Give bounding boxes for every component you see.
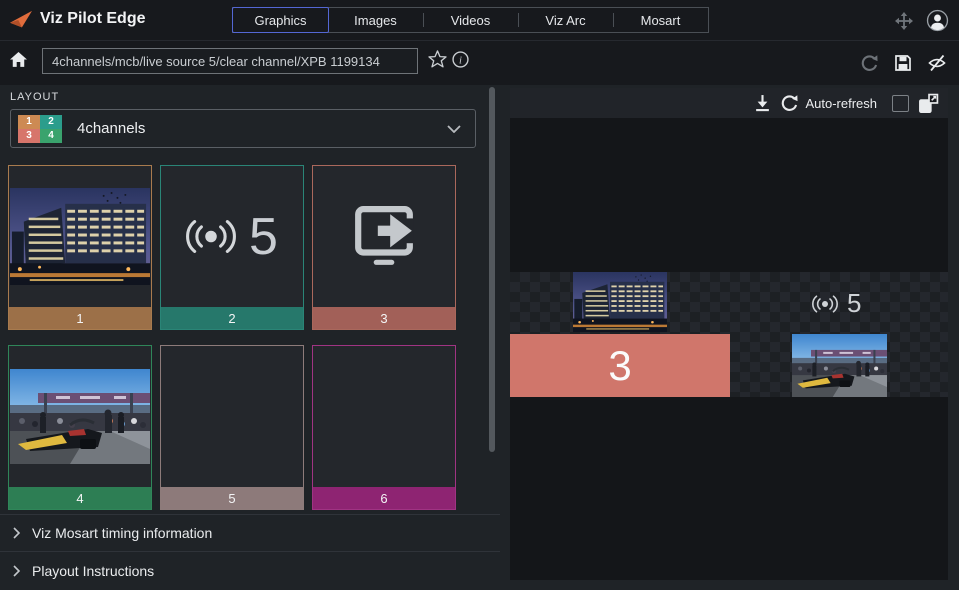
channel-number-badge: 6 — [313, 487, 455, 509]
channel-tiles: 1 5 2 3 4 5 — [8, 165, 456, 510]
channel-number-badge: 2 — [161, 307, 303, 329]
refresh-preview-icon[interactable] — [780, 94, 799, 113]
auto-refresh-label: Auto-refresh — [805, 96, 877, 111]
section-viz-mosart-timing[interactable]: Viz Mosart timing information — [0, 514, 500, 551]
header-bar: Viz Pilot Edge Graphics Images Videos Vi… — [0, 0, 959, 41]
tab-videos[interactable]: Videos — [423, 8, 518, 32]
grid-cell-2: 2 — [40, 115, 62, 129]
left-panel-scrollbar[interactable] — [489, 87, 495, 452]
grid-cell-1: 1 — [18, 115, 40, 129]
preview-channel-3-bar: 3 — [510, 334, 730, 397]
main-tabs: Graphics Images Videos Viz Arc Mosart — [232, 7, 709, 33]
section-label: Viz Mosart timing information — [32, 525, 212, 541]
racecar-thumbnail — [10, 369, 150, 464]
home-icon[interactable] — [10, 52, 27, 68]
svg-text:i: i — [459, 55, 462, 66]
refresh-icon[interactable] — [860, 54, 879, 73]
save-icon[interactable] — [894, 54, 912, 72]
section-label: Playout Instructions — [32, 563, 154, 579]
preview-snapshot: 5 3 — [510, 118, 948, 580]
city-buildings-thumbnail — [10, 188, 150, 285]
chevron-right-icon — [13, 527, 21, 539]
section-playout-instructions[interactable]: Playout Instructions — [0, 551, 500, 590]
preview-live-source-number: 5 — [847, 288, 861, 319]
preview-racecar-image — [792, 334, 887, 397]
channel-tile-2-live-source[interactable]: 5 2 — [160, 165, 304, 330]
layout-grid-icon: 1 2 3 4 — [18, 115, 62, 143]
channel-number-badge: 1 — [9, 307, 151, 329]
favorite-star-icon[interactable] — [428, 50, 447, 68]
preview-city-image — [573, 272, 667, 332]
channel-number-badge: 4 — [9, 487, 151, 509]
preview-toolbar: Auto-refresh — [510, 88, 948, 118]
info-icon[interactable]: i — [452, 51, 469, 68]
tab-mosart[interactable]: Mosart — [613, 8, 708, 32]
tab-viz-arc[interactable]: Viz Arc — [518, 8, 613, 32]
tab-graphics[interactable]: Graphics — [232, 7, 329, 33]
channel-tile-4-racecar-image[interactable]: 4 — [8, 345, 152, 510]
tab-images[interactable]: Images — [328, 8, 423, 32]
channel-tile-5-empty[interactable]: 5 — [160, 345, 304, 510]
clear-channel-icon — [354, 205, 414, 269]
live-source-number: 5 — [249, 211, 278, 263]
chevron-down-icon — [447, 125, 461, 133]
layout-selected-value: 4channels — [77, 120, 145, 137]
channel-tile-3-clear-channel[interactable]: 3 — [312, 165, 456, 330]
chevron-right-icon — [13, 565, 21, 577]
channel-tile-1-city-image[interactable]: 1 — [8, 165, 152, 330]
channel-tile-6-empty[interactable]: 6 — [312, 345, 456, 510]
grid-cell-3: 3 — [18, 129, 40, 143]
template-path-bar: i — [0, 41, 959, 85]
preview-live-source-overlay: 5 — [812, 288, 861, 319]
app-title: Viz Pilot Edge — [40, 10, 146, 28]
layout-dropdown[interactable]: 1 2 3 4 4channels — [10, 109, 476, 148]
template-path-input[interactable] — [42, 48, 418, 74]
grid-cell-4: 4 — [40, 129, 62, 143]
open-preview-popout-icon[interactable] — [918, 93, 939, 114]
download-snapshot-icon[interactable] — [754, 94, 771, 112]
live-source-icon — [812, 295, 838, 313]
user-avatar-icon[interactable] — [926, 9, 949, 32]
move-pan-icon[interactable] — [895, 12, 913, 30]
auto-refresh-checkbox[interactable] — [892, 95, 909, 112]
layout-label: LAYOUT — [10, 91, 59, 103]
live-source-icon — [186, 219, 236, 254]
channel-number-badge: 5 — [161, 487, 303, 509]
viz-logo-icon — [9, 9, 33, 31]
channel-number-badge: 3 — [313, 307, 455, 329]
preview-hidden-eye-off-icon[interactable] — [927, 53, 947, 73]
viz-pilot-edge-window: Viz Pilot Edge Graphics Images Videos Vi… — [0, 0, 959, 590]
